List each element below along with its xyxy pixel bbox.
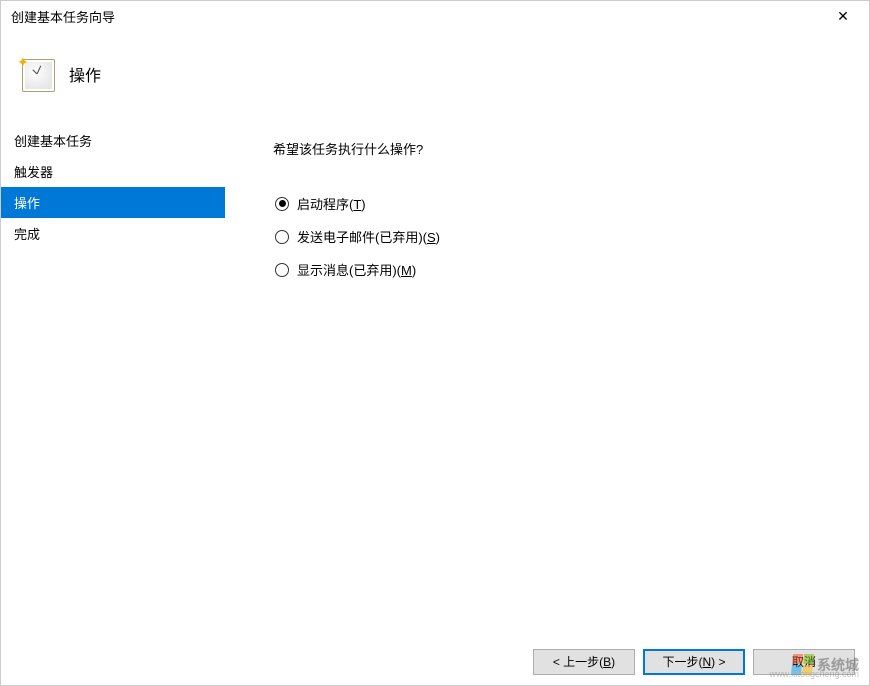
sidebar-item-trigger[interactable]: 触发器 <box>1 156 225 187</box>
wizard-body: 创建基本任务 触发器 操作 完成 希望该任务执行什么操作? 启动程序(T) 发送… <box>1 115 869 637</box>
radio-icon <box>275 230 289 244</box>
radio-icon <box>275 263 289 277</box>
wizard-footer: < 上一步(B) 下一步(N) > 取消 <box>1 637 869 685</box>
radio-label: 发送电子邮件(已弃用)(S) <box>297 227 440 246</box>
radio-icon <box>275 197 289 211</box>
radio-start-program[interactable]: 启动程序(T) <box>275 194 849 213</box>
close-button[interactable]: ✕ <box>821 3 865 31</box>
wizard-header: ✦ 操作 <box>1 33 869 115</box>
titlebar: 创建基本任务向导 ✕ <box>1 1 869 33</box>
sidebar-item-finish[interactable]: 完成 <box>1 218 225 249</box>
wizard-sidebar: 创建基本任务 触发器 操作 完成 <box>1 115 225 637</box>
action-radio-group: 启动程序(T) 发送电子邮件(已弃用)(S) 显示消息(已弃用)(M) <box>273 194 849 279</box>
window-title: 创建基本任务向导 <box>11 7 115 26</box>
radio-send-email[interactable]: 发送电子邮件(已弃用)(S) <box>275 227 849 246</box>
close-icon: ✕ <box>837 8 849 25</box>
back-button[interactable]: < 上一步(B) <box>533 649 635 675</box>
cancel-button[interactable]: 取消 <box>753 649 855 675</box>
wizard-content: 希望该任务执行什么操作? 启动程序(T) 发送电子邮件(已弃用)(S) 显示消息… <box>225 115 869 637</box>
radio-label: 显示消息(已弃用)(M) <box>297 260 416 279</box>
next-button[interactable]: 下一步(N) > <box>643 649 745 675</box>
radio-label: 启动程序(T) <box>297 194 366 213</box>
sidebar-item-create-task[interactable]: 创建基本任务 <box>1 125 225 156</box>
sidebar-item-action[interactable]: 操作 <box>1 187 225 218</box>
radio-display-message[interactable]: 显示消息(已弃用)(M) <box>275 260 849 279</box>
page-title: 操作 <box>69 62 101 86</box>
clock-icon: ✦ <box>19 56 55 92</box>
action-question: 希望该任务执行什么操作? <box>273 139 849 158</box>
